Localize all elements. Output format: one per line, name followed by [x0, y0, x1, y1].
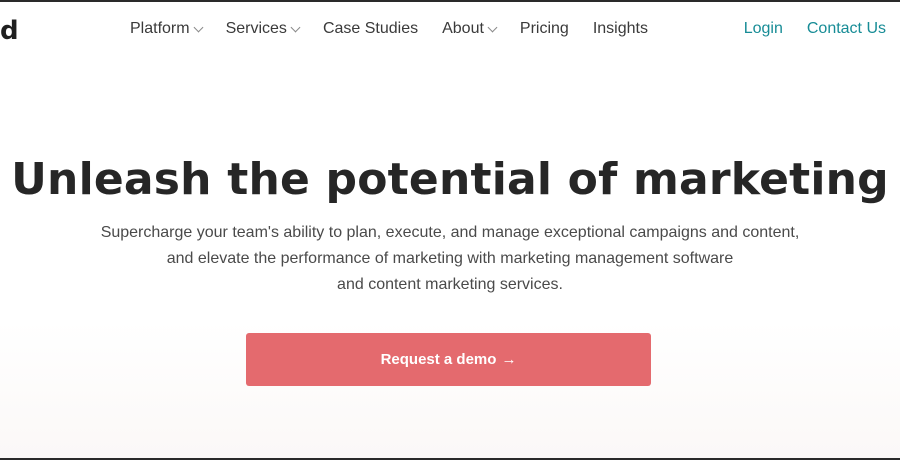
- nav-label: Platform: [130, 20, 190, 37]
- hero-subtitle-line: Supercharge your team's ability to plan,…: [100, 224, 800, 241]
- nav-label: Pricing: [519, 20, 569, 37]
- nav-label: About: [442, 20, 484, 37]
- cta-label: Request a demo: [380, 351, 497, 368]
- nav-item-pricing[interactable]: Pricing: [520, 20, 569, 38]
- nav-item-insights[interactable]: Insights: [593, 20, 648, 38]
- nav-label: Services: [225, 20, 287, 37]
- nav-item-case-studies[interactable]: Case Studies: [323, 20, 418, 38]
- hero-title: Unleash the potential of marketing: [11, 154, 889, 205]
- nav-item-platform[interactable]: Platform: [130, 20, 204, 38]
- chevron-down-icon: [487, 22, 498, 33]
- main-nav: Platform Services Case Studies About Pri…: [130, 20, 648, 38]
- arrow-right-icon: →: [501, 351, 517, 368]
- nav-item-services[interactable]: Services: [225, 20, 301, 38]
- hero-subtitle-line: and elevate the performance of marketing…: [166, 250, 734, 267]
- nav-item-about[interactable]: About: [442, 20, 498, 38]
- login-link[interactable]: Login: [744, 20, 783, 38]
- chevron-down-icon: [193, 22, 204, 33]
- hero-subtitle-line: and content marketing services.: [337, 276, 563, 293]
- contact-us-link[interactable]: Contact Us: [807, 20, 886, 38]
- brand-logo[interactable]: d: [0, 16, 19, 46]
- request-demo-button[interactable]: Request a demo →: [246, 333, 651, 386]
- account-nav: Login Contact Us: [744, 20, 886, 38]
- page-frame: d Platform Services Case Studies About P…: [0, 0, 900, 460]
- chevron-down-icon: [290, 22, 301, 33]
- nav-label: Case Studies: [322, 20, 419, 37]
- nav-label: Insights: [592, 20, 648, 37]
- hero-subtitle: Supercharge your team's ability to plan,…: [90, 220, 810, 298]
